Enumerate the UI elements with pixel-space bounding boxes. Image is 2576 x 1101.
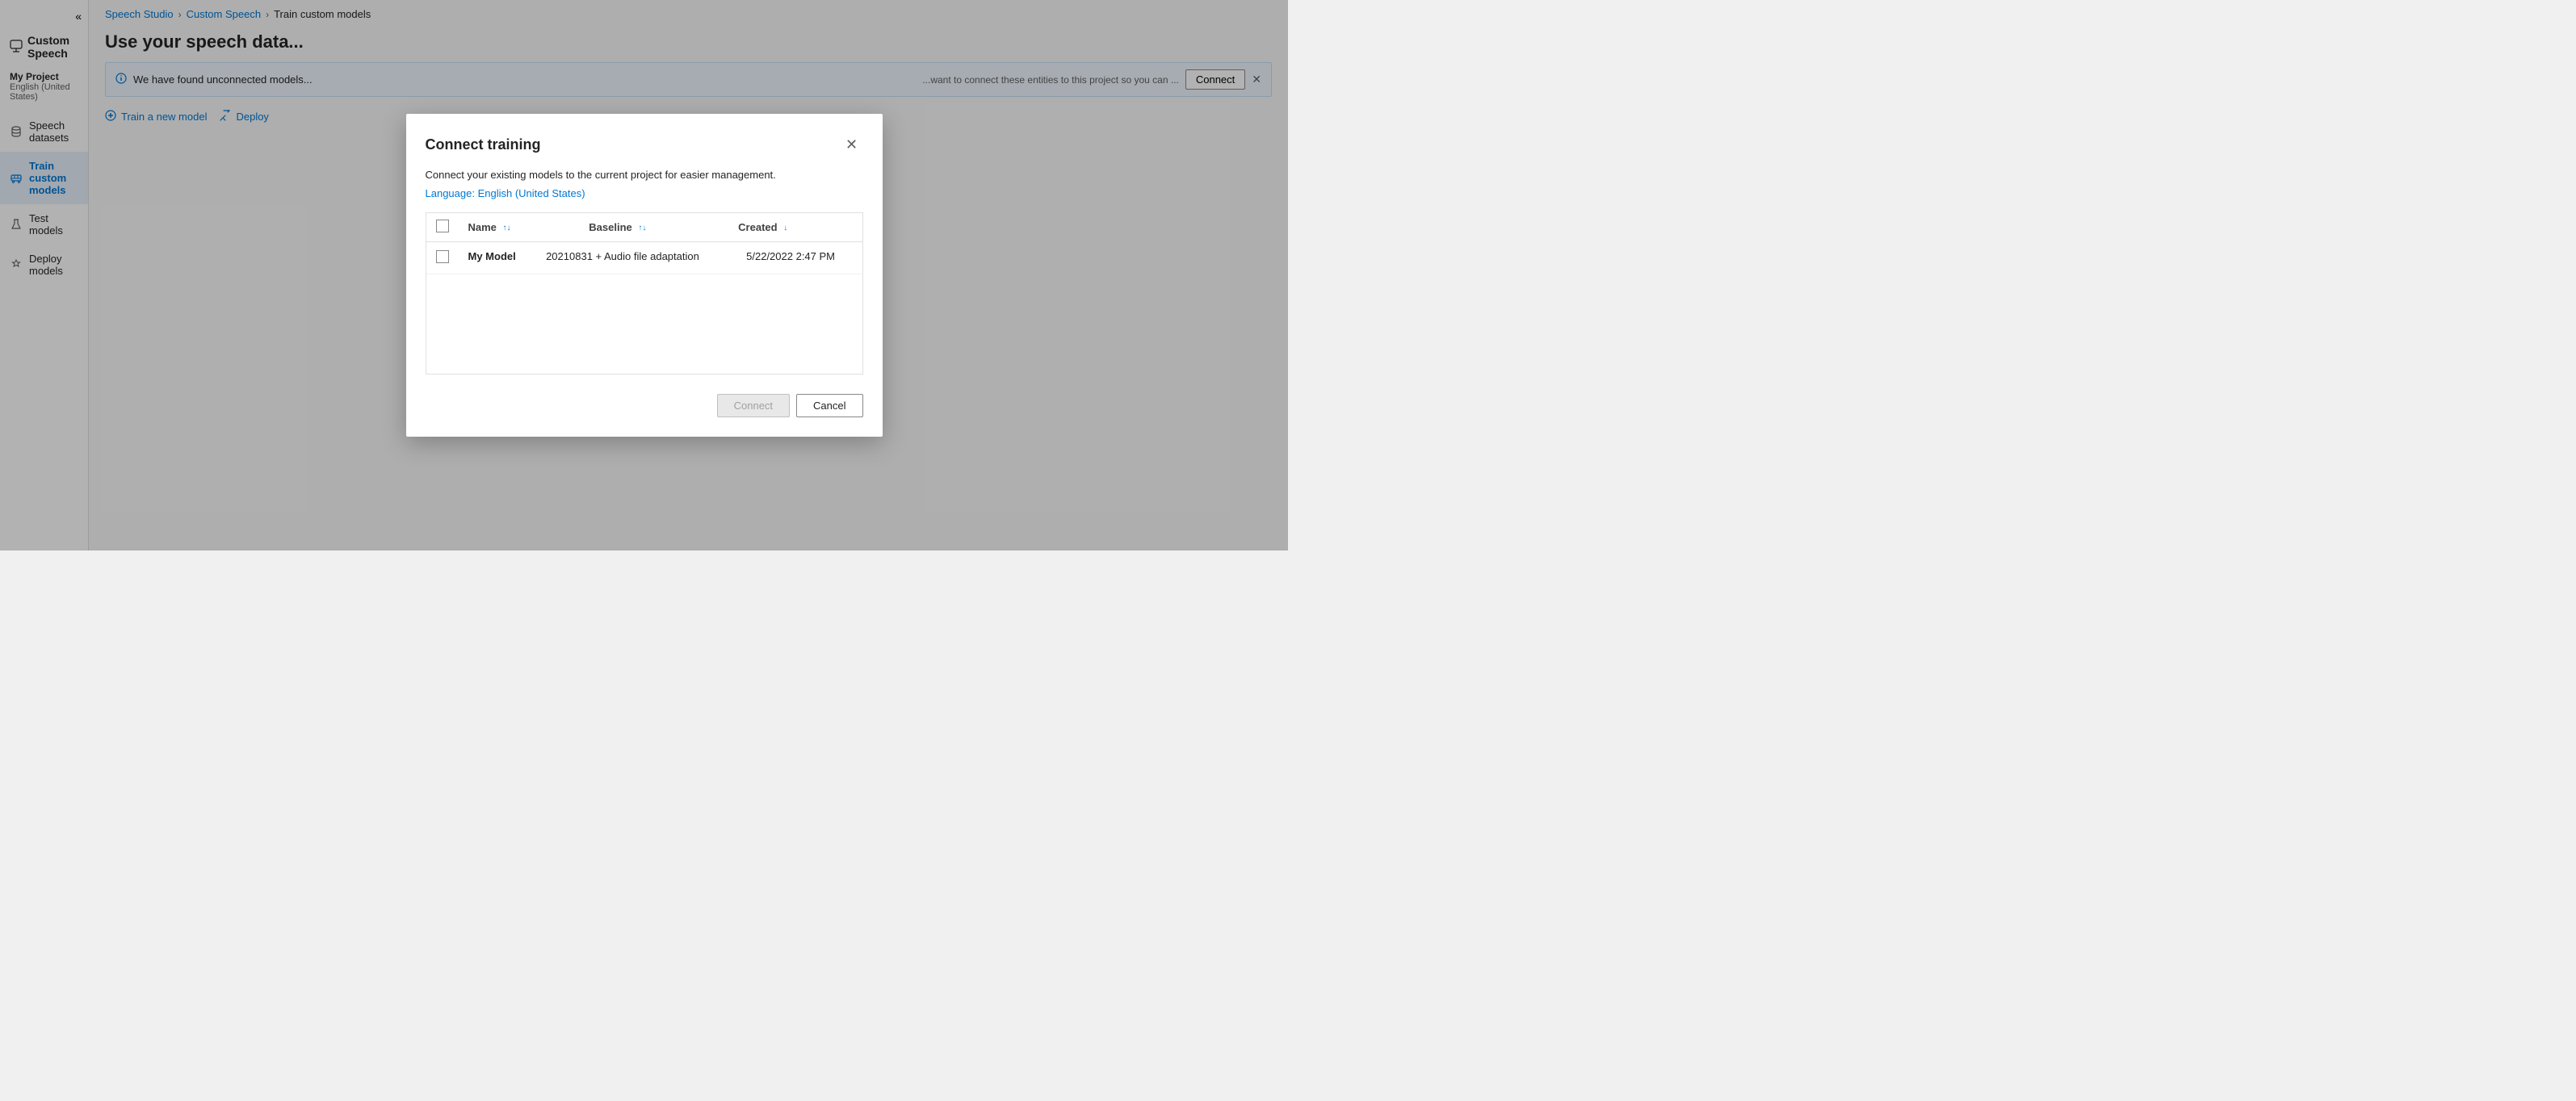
dialog-header: Connect training ✕ (426, 133, 863, 156)
table-scroll-area[interactable]: My Model 20210831 + Audio file adaptatio… (426, 242, 862, 274)
dialog-close-button[interactable]: ✕ (841, 133, 863, 156)
dialog-table-container: Name ↑↓ Baseline ↑↓ Created ↓ (426, 212, 863, 375)
name-column-header[interactable]: Name ↑↓ (459, 213, 580, 242)
dialog-footer: Connect Cancel (426, 391, 863, 417)
created-cell: 5/22/2022 2:47 PM (736, 242, 862, 274)
dialog-table-body: My Model 20210831 + Audio file adaptatio… (426, 242, 862, 274)
model-name-cell: My Model (459, 242, 537, 274)
row-checkbox[interactable] (436, 250, 449, 263)
select-all-checkbox[interactable] (436, 220, 449, 232)
dialog-cancel-button[interactable]: Cancel (796, 394, 862, 417)
name-sort-icon: ↑↓ (503, 224, 511, 232)
created-sort-icon: ↓ (783, 224, 787, 232)
baseline-sort-icon: ↑↓ (638, 224, 646, 232)
dialog-title: Connect training (426, 136, 541, 153)
dialog-table: Name ↑↓ Baseline ↑↓ Created ↓ (426, 213, 862, 242)
dialog-description: Connect your existing models to the curr… (426, 169, 863, 181)
dialog-language-value: English (United States) (478, 187, 585, 199)
select-all-header (426, 213, 459, 242)
close-icon: ✕ (845, 136, 858, 153)
dialog-connect-button[interactable]: Connect (717, 394, 790, 417)
baseline-cell: 20210831 + Audio file adaptation (536, 242, 736, 274)
created-column-header[interactable]: Created ↓ (728, 213, 862, 242)
table-row: My Model 20210831 + Audio file adaptatio… (426, 242, 862, 274)
dialog-language: Language: English (United States) (426, 187, 863, 199)
baseline-column-header[interactable]: Baseline ↑↓ (579, 213, 728, 242)
connect-training-dialog: Connect training ✕ Connect your existing… (406, 114, 883, 437)
